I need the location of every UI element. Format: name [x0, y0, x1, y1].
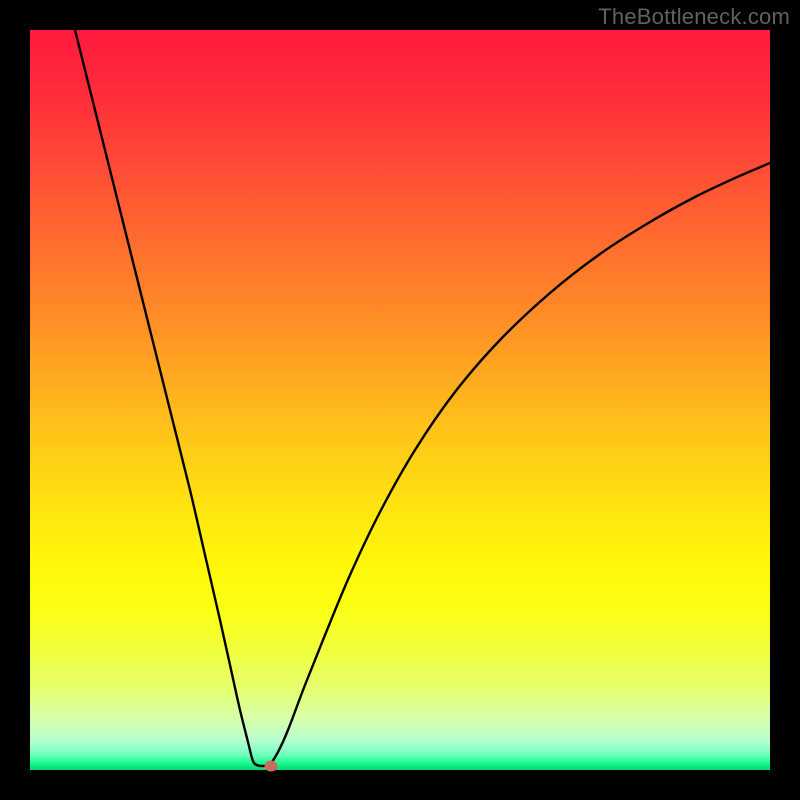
- bottleneck-curve: [30, 30, 770, 770]
- chart-frame: TheBottleneck.com: [0, 0, 800, 800]
- curve-path: [75, 30, 770, 766]
- minimum-marker: [265, 761, 278, 772]
- plot-area: [30, 30, 770, 770]
- attribution-text: TheBottleneck.com: [598, 4, 790, 30]
